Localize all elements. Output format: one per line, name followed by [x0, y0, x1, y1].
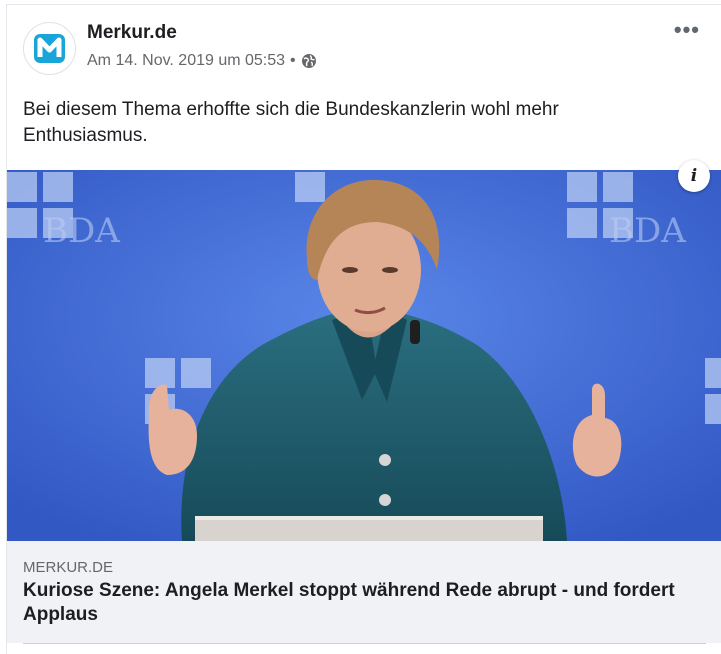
bda-watermark: BDA [43, 211, 120, 251]
speaker-photo: BDA BDA [7, 170, 721, 541]
link-domain: MERKUR.DE [23, 559, 114, 576]
divider [23, 643, 706, 644]
page-avatar[interactable] [23, 22, 76, 75]
post-card: Merkur.de Am 14. Nov. 2019 um 05:53 • ••… [6, 4, 721, 654]
info-button[interactable]: i [678, 160, 710, 192]
post-timestamp[interactable]: Am 14. Nov. 2019 um 05:53 [87, 52, 285, 70]
meta-separator: • [290, 52, 296, 69]
bda-watermark: BDA [609, 211, 686, 251]
more-options-icon[interactable]: ••• [674, 17, 700, 43]
merkur-logo-icon [34, 34, 65, 63]
link-preview[interactable]: MERKUR.DE Kuriose Szene: Angela Merkel s… [7, 541, 721, 643]
post-image[interactable]: BDA BDA [7, 170, 721, 541]
post-text: Bei diesem Thema erhoffte sich die Bunde… [23, 99, 559, 146]
post-meta: Am 14. Nov. 2019 um 05:53 • [87, 52, 317, 70]
link-headline[interactable]: Kuriose Szene: Angela Merkel stoppt währ… [23, 579, 713, 627]
page-name[interactable]: Merkur.de [87, 22, 177, 44]
globe-icon[interactable] [301, 53, 317, 69]
